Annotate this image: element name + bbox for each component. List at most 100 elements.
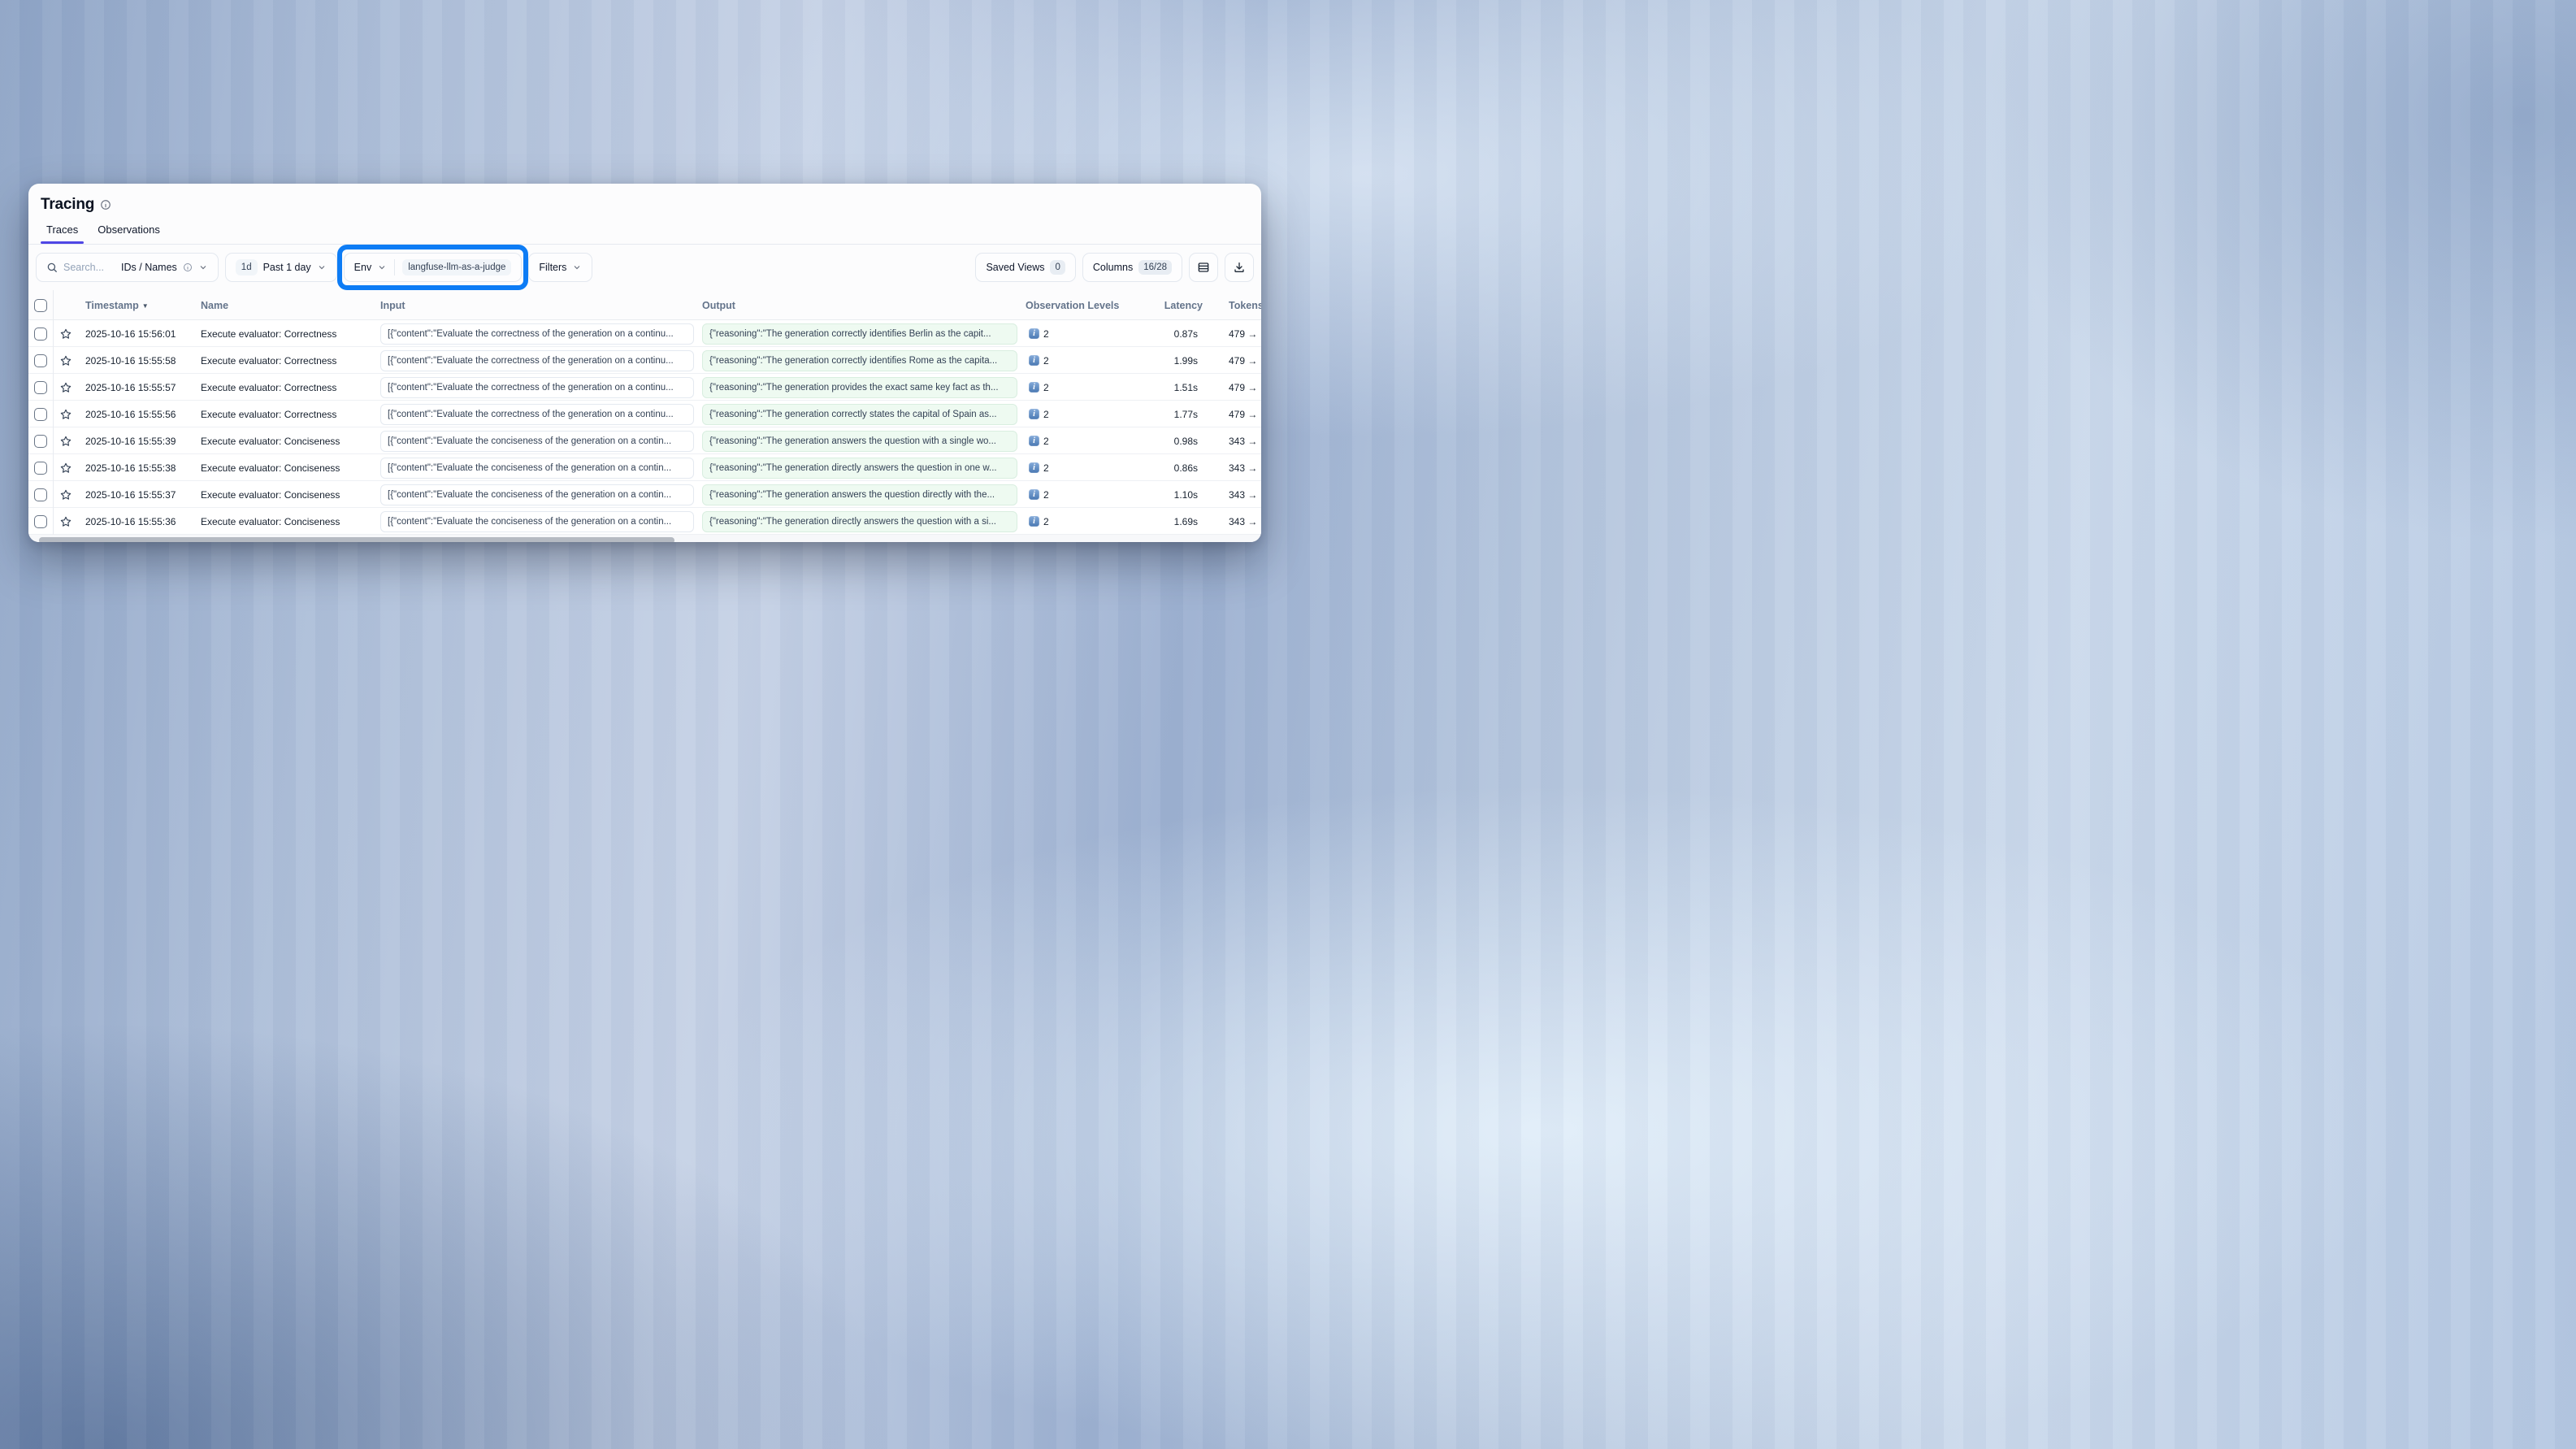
saved-views-label: Saved Views bbox=[986, 262, 1044, 273]
saved-views-button[interactable]: Saved Views 0 bbox=[975, 253, 1075, 282]
env-value-badge: langfuse-llm-as-a-judge bbox=[402, 259, 511, 275]
horizontal-scrollbar-thumb[interactable] bbox=[39, 537, 674, 542]
bookmark-star-icon[interactable] bbox=[54, 515, 78, 528]
env-filter-highlight: Env langfuse-llm-as-a-judge bbox=[344, 253, 523, 282]
column-header-observation-levels[interactable]: Observation Levels bbox=[1026, 300, 1139, 311]
trace-output-preview[interactable]: {"reasoning":"The generation provides th… bbox=[702, 377, 1017, 398]
trace-input-preview[interactable]: [{"content":"Evaluate the correctness of… bbox=[380, 323, 694, 345]
trace-timestamp: 2025-10-16 15:55:56 bbox=[78, 409, 200, 420]
trace-timestamp: 2025-10-16 15:55:57 bbox=[78, 382, 200, 393]
info-level-icon: i bbox=[1029, 489, 1039, 500]
columns-button[interactable]: Columns 16/28 bbox=[1082, 253, 1182, 282]
trace-input-preview[interactable]: [{"content":"Evaluate the conciseness of… bbox=[380, 484, 694, 505]
trace-input-preview[interactable]: [{"content":"Evaluate the correctness of… bbox=[380, 350, 694, 371]
row-height-icon bbox=[1197, 261, 1210, 274]
table-row[interactable]: 2025-10-16 15:55:58 Execute evaluator: C… bbox=[28, 347, 1261, 374]
bookmark-star-icon[interactable] bbox=[54, 328, 78, 341]
trace-input-preview[interactable]: [{"content":"Evaluate the correctness of… bbox=[380, 404, 694, 425]
search-icon bbox=[46, 262, 58, 273]
traces-table: Timestamp▼ Name Input Output Observation… bbox=[28, 290, 1261, 535]
observation-levels-cell: i 2 bbox=[1026, 436, 1139, 447]
horizontal-scrollbar-track[interactable] bbox=[28, 535, 1261, 542]
column-header-timestamp[interactable]: Timestamp▼ bbox=[78, 300, 200, 311]
info-level-icon: i bbox=[1029, 328, 1039, 339]
row-checkbox[interactable] bbox=[34, 488, 47, 501]
row-checkbox[interactable] bbox=[34, 515, 47, 528]
row-checkbox[interactable] bbox=[34, 462, 47, 475]
trace-latency: 0.87s bbox=[1139, 328, 1208, 340]
trace-input-preview[interactable]: [{"content":"Evaluate the correctness of… bbox=[380, 377, 694, 398]
bookmark-star-icon[interactable] bbox=[54, 488, 78, 501]
observation-level-count: 2 bbox=[1043, 409, 1049, 420]
trace-output-preview[interactable]: {"reasoning":"The generation correctly s… bbox=[702, 404, 1017, 425]
trace-output-preview[interactable]: {"reasoning":"The generation correctly i… bbox=[702, 323, 1017, 345]
bookmark-star-icon[interactable] bbox=[54, 462, 78, 475]
trace-name: Execute evaluator: Conciseness bbox=[200, 489, 380, 501]
time-shortcut-badge: 1d bbox=[236, 259, 258, 275]
column-header-latency[interactable]: Latency bbox=[1139, 300, 1208, 311]
row-checkbox-cell bbox=[28, 454, 54, 481]
table-row[interactable]: 2025-10-16 15:55:36 Execute evaluator: C… bbox=[28, 508, 1261, 535]
chevron-down-icon bbox=[377, 262, 387, 272]
observation-levels-cell: i 2 bbox=[1026, 462, 1139, 474]
observation-levels-cell: i 2 bbox=[1026, 489, 1139, 501]
trace-latency: 0.98s bbox=[1139, 436, 1208, 447]
table-row[interactable]: 2025-10-16 15:55:39 Execute evaluator: C… bbox=[28, 427, 1261, 454]
time-range-button[interactable]: 1d Past 1 day bbox=[225, 253, 337, 282]
table-row[interactable]: 2025-10-16 15:55:56 Execute evaluator: C… bbox=[28, 401, 1261, 427]
trace-output-preview[interactable]: {"reasoning":"The generation answers the… bbox=[702, 484, 1017, 505]
trace-input-preview[interactable]: [{"content":"Evaluate the conciseness of… bbox=[380, 458, 694, 479]
trace-name: Execute evaluator: Conciseness bbox=[200, 462, 380, 474]
column-header-input[interactable]: Input bbox=[380, 300, 702, 311]
trace-name: Execute evaluator: Correctness bbox=[200, 409, 380, 420]
info-level-icon: i bbox=[1029, 462, 1039, 473]
search-input[interactable]: Search... IDs / Names bbox=[36, 253, 219, 282]
columns-count-badge: 16/28 bbox=[1138, 260, 1172, 275]
column-header-name[interactable]: Name bbox=[200, 300, 380, 311]
column-header-output[interactable]: Output bbox=[702, 300, 1026, 311]
trace-output-preview[interactable]: {"reasoning":"The generation directly an… bbox=[702, 511, 1017, 532]
filters-button[interactable]: Filters bbox=[528, 253, 592, 282]
trace-name: Execute evaluator: Correctness bbox=[200, 355, 380, 367]
trace-output-preview[interactable]: {"reasoning":"The generation directly an… bbox=[702, 458, 1017, 479]
env-filter-button[interactable]: Env langfuse-llm-as-a-judge bbox=[344, 253, 523, 282]
trace-input-preview[interactable]: [{"content":"Evaluate the conciseness of… bbox=[380, 511, 694, 532]
trace-latency: 1.51s bbox=[1139, 382, 1208, 393]
trace-tokens: 343 → bbox=[1208, 516, 1261, 527]
info-level-icon: i bbox=[1029, 409, 1039, 419]
row-checkbox[interactable] bbox=[34, 435, 47, 448]
select-all-checkbox[interactable] bbox=[34, 299, 47, 312]
toolbar: Search... IDs / Names 1d Past 1 day Env bbox=[28, 245, 1261, 290]
row-height-button[interactable] bbox=[1189, 253, 1218, 282]
export-button[interactable] bbox=[1225, 253, 1254, 282]
filters-label: Filters bbox=[539, 262, 566, 273]
table-row[interactable]: 2025-10-16 15:55:37 Execute evaluator: C… bbox=[28, 481, 1261, 508]
info-level-icon: i bbox=[1029, 516, 1039, 527]
row-checkbox-cell bbox=[28, 374, 54, 401]
row-checkbox[interactable] bbox=[34, 354, 47, 367]
bookmark-star-icon[interactable] bbox=[54, 435, 78, 448]
trace-output-preview[interactable]: {"reasoning":"The generation correctly i… bbox=[702, 350, 1017, 371]
bookmark-star-icon[interactable] bbox=[54, 354, 78, 367]
trace-timestamp: 2025-10-16 15:55:38 bbox=[78, 462, 200, 474]
table-row[interactable]: 2025-10-16 15:55:38 Execute evaluator: C… bbox=[28, 454, 1261, 481]
trace-timestamp: 2025-10-16 15:56:01 bbox=[78, 328, 200, 340]
column-header-tokens[interactable]: Tokens bbox=[1208, 300, 1261, 311]
tab-traces[interactable]: Traces bbox=[45, 223, 80, 244]
trace-output-preview[interactable]: {"reasoning":"The generation answers the… bbox=[702, 431, 1017, 452]
trace-input-preview[interactable]: [{"content":"Evaluate the conciseness of… bbox=[380, 431, 694, 452]
info-level-icon: i bbox=[1029, 355, 1039, 366]
bookmark-star-icon[interactable] bbox=[54, 408, 78, 421]
table-row[interactable]: 2025-10-16 15:55:57 Execute evaluator: C… bbox=[28, 374, 1261, 401]
table-body: 2025-10-16 15:56:01 Execute evaluator: C… bbox=[28, 320, 1261, 535]
row-checkbox[interactable] bbox=[34, 408, 47, 421]
bookmark-star-icon[interactable] bbox=[54, 381, 78, 394]
observation-level-count: 2 bbox=[1043, 382, 1049, 393]
trace-tokens: 343 → bbox=[1208, 436, 1261, 447]
table-row[interactable]: 2025-10-16 15:56:01 Execute evaluator: C… bbox=[28, 320, 1261, 347]
observation-level-count: 2 bbox=[1043, 328, 1049, 340]
row-checkbox[interactable] bbox=[34, 328, 47, 341]
tab-observations[interactable]: Observations bbox=[96, 223, 162, 244]
observation-level-count: 2 bbox=[1043, 355, 1049, 367]
row-checkbox[interactable] bbox=[34, 381, 47, 394]
